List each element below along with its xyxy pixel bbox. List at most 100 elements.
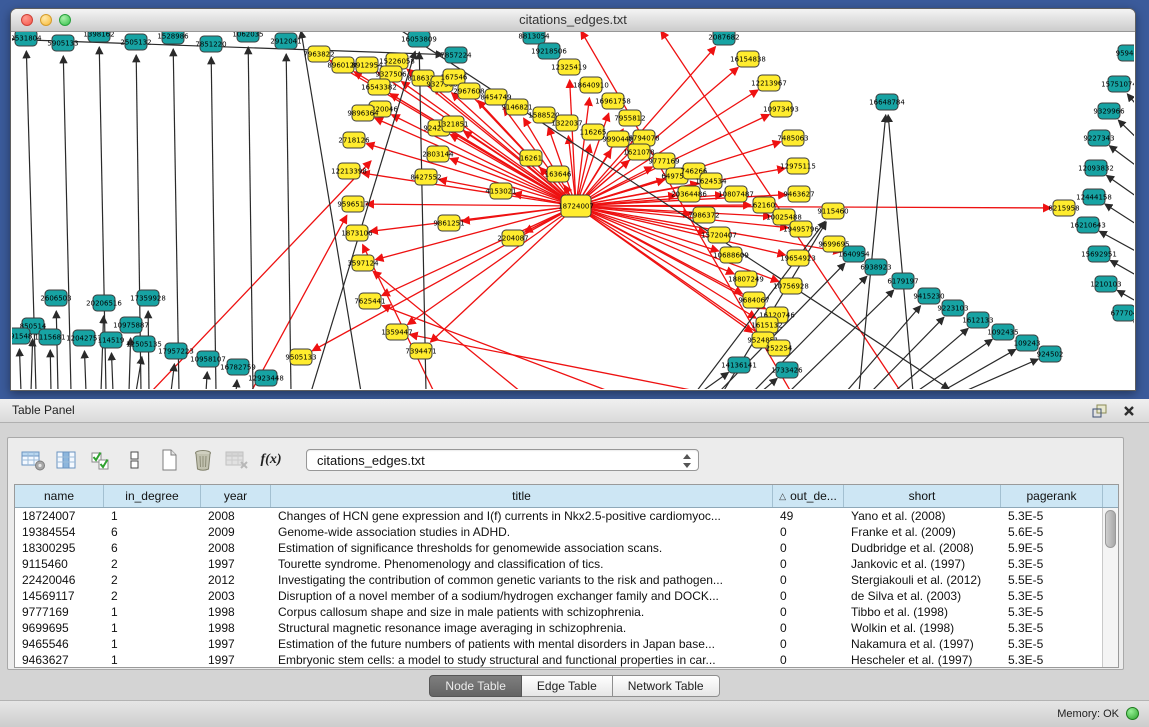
column-header-title[interactable]: title <box>271 485 773 507</box>
graph-node[interactable]: 1615132 <box>751 317 782 333</box>
create-column-button[interactable] <box>154 445 184 475</box>
graph-edge[interactable] <box>173 49 179 389</box>
graph-node[interactable]: 6179197 <box>887 273 918 289</box>
tab-edge-table[interactable]: Edge Table <box>522 675 613 697</box>
graph-node[interactable]: 18640910 <box>573 77 609 93</box>
tab-node-table[interactable]: Node Table <box>429 675 522 697</box>
graph-node[interactable]: 16154838 <box>730 51 766 67</box>
graph-node[interactable]: 1321851 <box>437 116 468 132</box>
vertical-scrollbar[interactable] <box>1102 508 1118 667</box>
graph-node[interactable]: 18724007 <box>558 195 594 217</box>
graph-edge[interactable] <box>375 118 576 206</box>
table-select-dropdown[interactable]: citations_edges.txt <box>306 449 699 471</box>
close-panel-button[interactable] <box>1121 403 1137 418</box>
graph-node[interactable]: 2803144 <box>422 146 454 162</box>
graph-node[interactable]: 15720407 <box>701 227 737 243</box>
graph-node[interactable]: 1359447 <box>381 324 412 340</box>
graph-node[interactable]: 1322037 <box>551 115 582 131</box>
graph-node[interactable]: 9531804 <box>12 32 42 46</box>
graph-edge[interactable] <box>410 335 701 389</box>
minimize-window-button[interactable] <box>40 14 52 26</box>
graph-node[interactable]: 7986372 <box>688 207 719 223</box>
graph-node[interactable]: 19218506 <box>531 43 567 59</box>
graph-node[interactable]: 12042757 <box>66 330 102 346</box>
graph-edge[interactable] <box>1118 120 1134 151</box>
graph-edge[interactable] <box>31 339 33 389</box>
graph-node[interactable]: 1092435 <box>987 324 1018 340</box>
tab-network-table[interactable]: Network Table <box>613 675 720 697</box>
graph-edge[interactable] <box>366 204 576 206</box>
graph-edge[interactable] <box>19 349 21 389</box>
graph-node[interactable]: 7394471 <box>405 343 436 359</box>
graph-edge[interactable] <box>211 57 216 389</box>
graph-node[interactable]: 15751074 <box>1101 76 1134 92</box>
column-header-short[interactable]: short <box>844 485 1001 507</box>
graph-node[interactable]: 391548 <box>12 328 32 344</box>
graph-node[interactable]: 9463627 <box>783 186 814 202</box>
graph-node[interactable]: 9115460 <box>817 203 848 219</box>
graph-node[interactable]: 1624534 <box>695 173 727 189</box>
network-window[interactable]: citations_edges.txt 18724007796382289601… <box>10 8 1136 391</box>
graph-edge[interactable] <box>84 351 86 389</box>
table-row[interactable]: 969969511998Structural magnetic resonanc… <box>15 620 1118 636</box>
graph-node[interactable]: 9505133 <box>285 349 316 365</box>
graph-node[interactable]: 1210103 <box>1090 276 1121 292</box>
graph-node[interactable]: 15692951 <box>1081 246 1117 262</box>
scrollbar-thumb[interactable] <box>1105 510 1116 548</box>
show-columns-button[interactable] <box>52 445 82 475</box>
graph-node[interactable]: 1398162 <box>83 32 114 42</box>
row-height-button[interactable] <box>120 445 150 475</box>
graph-node[interactable]: 9777169 <box>648 153 679 169</box>
graph-node[interactable]: 12923448 <box>248 370 284 386</box>
graph-edge[interactable] <box>963 359 1038 389</box>
column-header-indegree[interactable]: in_degree <box>104 485 201 507</box>
graph-node[interactable]: 959441 <box>1116 45 1134 61</box>
table-row[interactable]: 946362711997Embryonic stem cells: a mode… <box>15 652 1118 667</box>
graph-node[interactable]: 9861251 <box>433 215 464 231</box>
graph-node[interactable]: 4153021 <box>485 183 516 199</box>
graph-node[interactable]: 2606503 <box>40 290 71 306</box>
graph-node[interactable]: 10688609 <box>713 247 749 263</box>
graph-edge[interactable] <box>894 328 968 389</box>
graph-node[interactable]: 7625441 <box>354 293 385 309</box>
table-row[interactable]: 977716911998Corpus callosum shape and si… <box>15 604 1118 620</box>
column-header-outde[interactable]: △out_de... <box>773 485 844 507</box>
table-row[interactable]: 1872400712008Changes of HCN gene express… <box>15 508 1118 524</box>
graph-node[interactable]: 10807487 <box>718 186 754 202</box>
graph-edge[interactable] <box>286 54 291 389</box>
graph-edge[interactable] <box>941 349 1016 389</box>
graph-edge[interactable] <box>576 206 779 281</box>
graph-edge[interactable] <box>1127 94 1134 121</box>
graph-node[interactable]: 163646 <box>545 166 572 182</box>
graph-node[interactable]: 9329966 <box>1093 103 1125 119</box>
graph-node[interactable]: 12975115 <box>780 158 816 174</box>
column-header-pagerank[interactable]: pagerank <box>1001 485 1103 507</box>
graph-node[interactable]: 1733426 <box>771 362 803 378</box>
function-builder-button[interactable]: f(x) <box>256 445 286 475</box>
graph-edge[interactable] <box>1105 204 1134 233</box>
table-mode-button[interactable] <box>18 445 48 475</box>
graph-edge[interactable] <box>916 339 992 389</box>
graph-node[interactable]: 9684067 <box>738 292 769 308</box>
graph-edge[interactable] <box>576 206 1051 208</box>
table-row[interactable]: 2242004622012Investigating the contribut… <box>15 572 1118 588</box>
graph-node[interactable]: 6938923 <box>860 259 891 275</box>
graph-node[interactable]: 9223103 <box>937 300 968 316</box>
graph-node[interactable]: 62160 <box>753 197 775 213</box>
graph-node[interactable]: 252254 <box>766 340 793 356</box>
graph-node[interactable]: 7485063 <box>777 130 808 146</box>
graph-node[interactable]: 1873106 <box>341 225 373 241</box>
delete-column-button[interactable] <box>188 445 218 475</box>
graph-node[interactable]: 9596517 <box>337 196 368 212</box>
graph-node[interactable]: 9415230 <box>913 288 944 304</box>
graph-edge[interactable] <box>206 372 207 389</box>
graph-edge[interactable] <box>50 350 51 389</box>
table-panel-header[interactable]: Table Panel <box>0 399 1149 423</box>
delete-table-button[interactable] <box>222 445 252 475</box>
column-header-name[interactable]: name <box>15 485 104 507</box>
graph-node[interactable]: 16648784 <box>869 94 905 110</box>
graph-node[interactable]: 1062035 <box>232 32 263 42</box>
graph-node[interactable]: 8813054 <box>518 32 550 44</box>
zoom-window-button[interactable] <box>59 14 71 26</box>
float-panel-button[interactable] <box>1091 403 1107 418</box>
